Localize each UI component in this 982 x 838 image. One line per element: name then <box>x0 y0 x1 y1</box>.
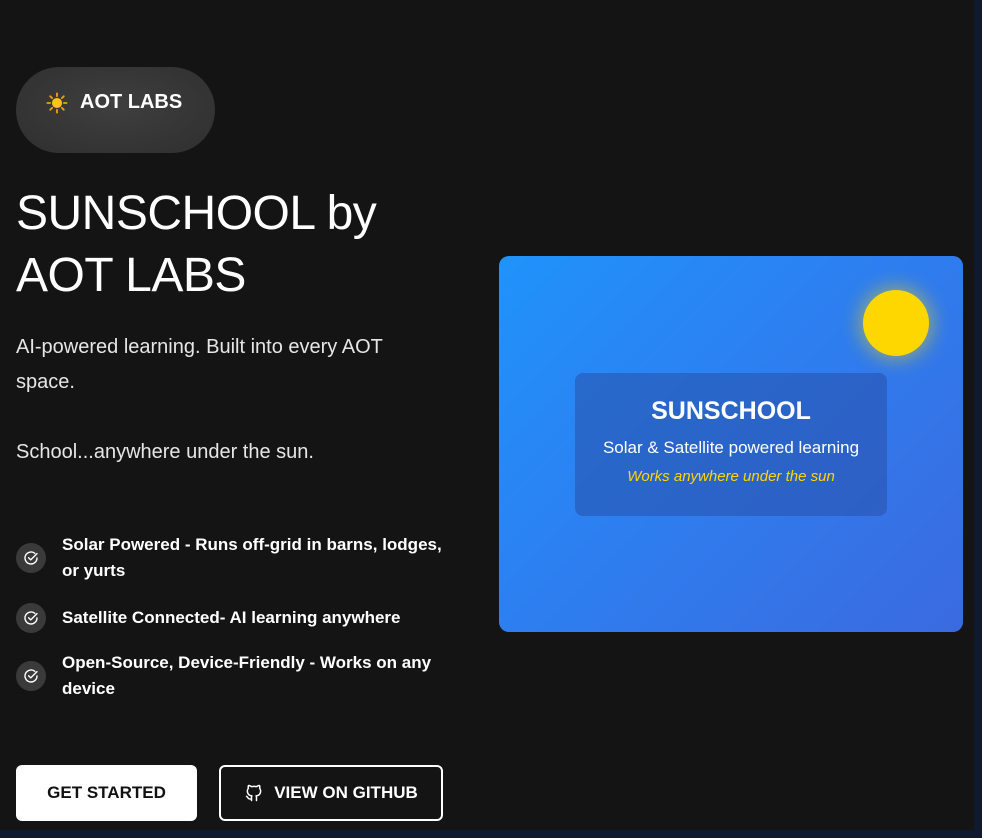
feature-text: Open-Source, Device-Friendly - Works on … <box>62 653 432 698</box>
brand-badge: AOT LABS <box>16 67 215 153</box>
product-preview-card: SUNSCHOOL Solar & Satellite powered lear… <box>499 256 963 632</box>
brand-label: AOT LABS <box>80 90 183 113</box>
feature-text: Satellite Connected- AI learning anywher… <box>62 608 401 627</box>
github-button-label: VIEW ON GITHUB <box>274 783 418 802</box>
preview-tagline: Works anywhere under the sun <box>627 468 835 485</box>
feature-item-satellite: Satellite Connected- AI learning anywher… <box>16 603 456 633</box>
sun-icon <box>46 92 68 114</box>
check-circle-icon <box>16 543 46 573</box>
page-title: SUNSCHOOL by AOT LABS <box>16 187 377 302</box>
view-on-github-button[interactable]: VIEW ON GITHUB <box>219 765 443 821</box>
preview-inner-card: SUNSCHOOL Solar & Satellite powered lear… <box>575 373 887 516</box>
lead-text: AI-powered learning. Built into every AO… <box>16 336 383 393</box>
github-icon <box>245 784 262 802</box>
check-circle-icon <box>16 661 46 691</box>
get-started-button[interactable]: GET STARTED <box>16 765 197 821</box>
window-edge <box>974 0 982 838</box>
feature-item-open-source: Open-Source, Device-Friendly - Works on … <box>16 650 456 702</box>
tagline-text: School...anywhere under the sun. <box>16 441 314 463</box>
feature-text: Solar Powered - Runs off-grid in barns, … <box>62 535 442 580</box>
page: AOT LABS SUNSCHOOL by AOT LABS AI-powere… <box>0 0 974 830</box>
preview-subtitle: Solar & Satellite powered learning <box>602 438 860 457</box>
check-circle-icon <box>16 603 46 633</box>
sun-graphic <box>863 290 929 356</box>
preview-title: SUNSCHOOL <box>651 397 811 425</box>
feature-item-solar: Solar Powered - Runs off-grid in barns, … <box>16 532 456 584</box>
